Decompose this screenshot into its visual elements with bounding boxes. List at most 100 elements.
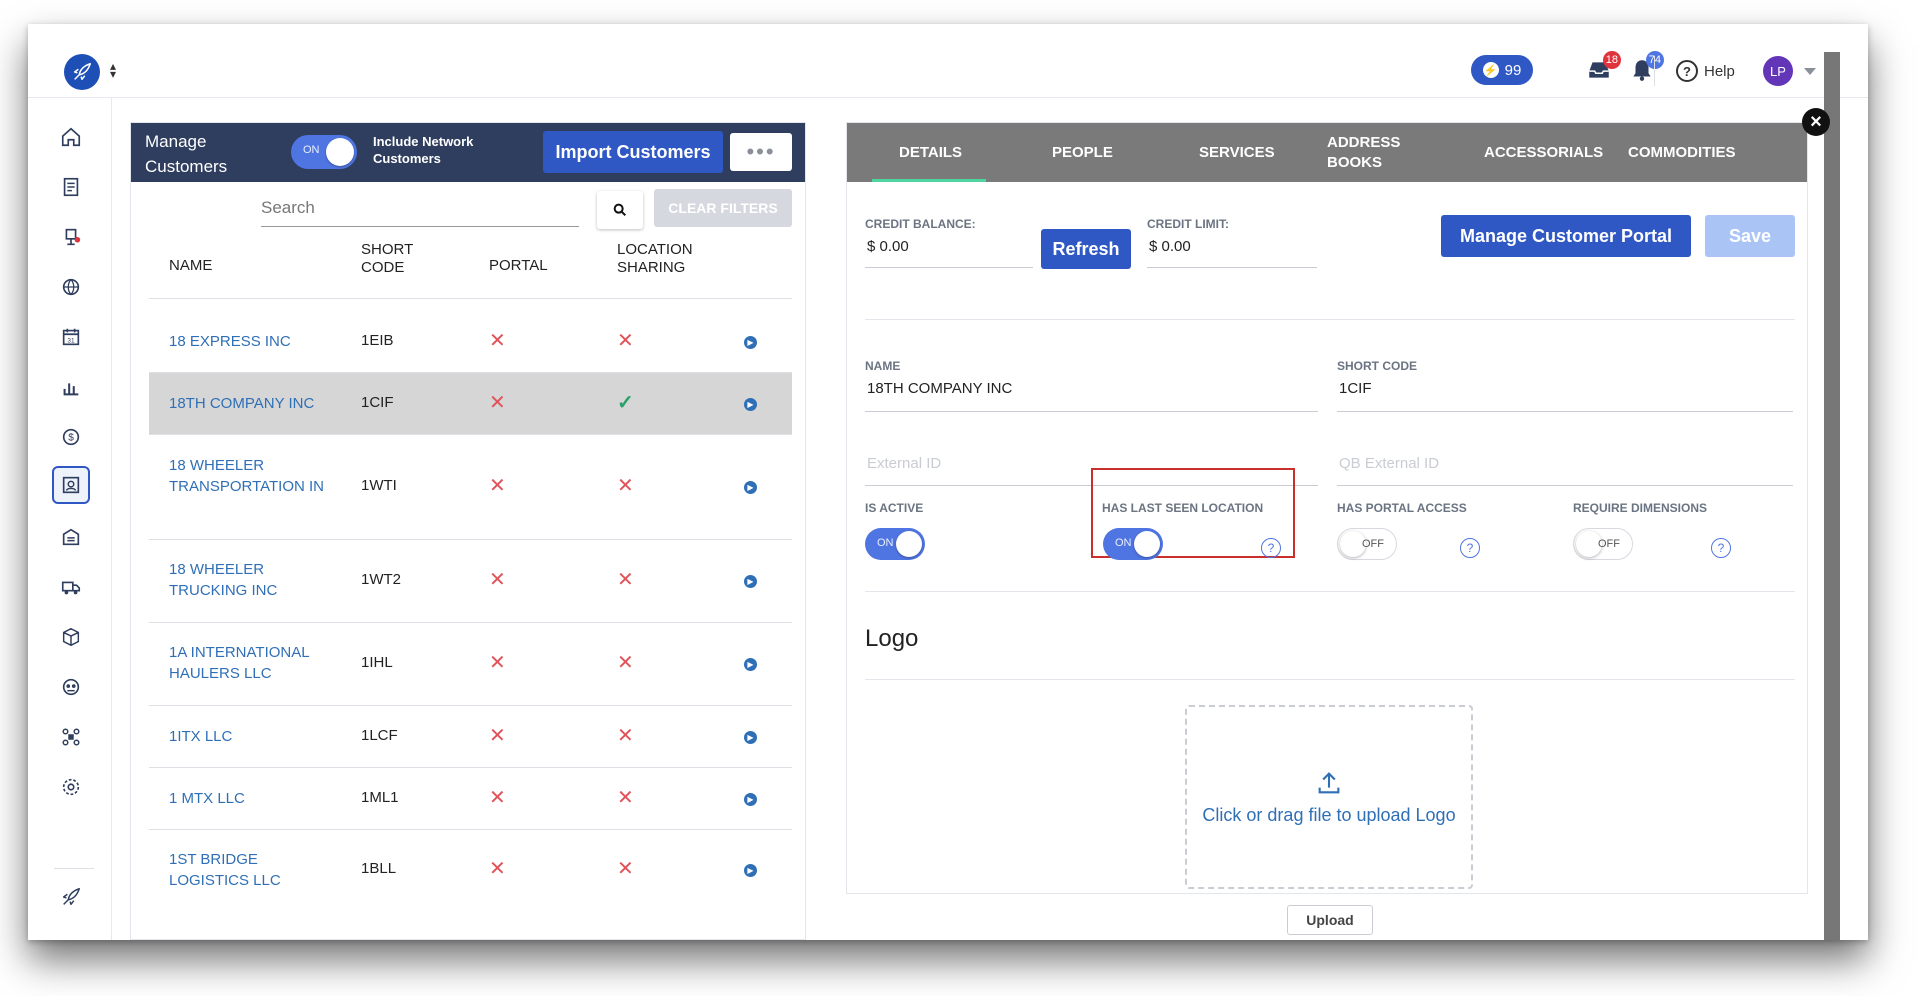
portal-no-icon: ✕ [489,569,506,591]
has-portal-access-label: HAS PORTAL ACCESS [1337,501,1467,515]
column-portal[interactable]: PORTAL [489,257,548,275]
section-divider [865,679,1795,680]
home-icon[interactable] [52,118,90,156]
package-icon[interactable] [52,618,90,656]
column-location-sharing[interactable]: LOCATION SHARING [617,241,707,277]
import-customers-button[interactable]: Import Customers [543,131,723,173]
manage-customer-portal-button[interactable]: Manage Customer Portal [1441,215,1691,257]
portal-no-icon: ✕ [489,475,506,497]
has-portal-access-toggle[interactable]: OFF [1337,528,1397,560]
help-icon[interactable]: ? [1460,538,1480,558]
chevron-right-icon[interactable]: ▶ [744,481,757,494]
credit-balance-underline [865,267,1033,268]
has-last-seen-location-toggle[interactable]: ON [1103,528,1163,560]
table-row[interactable]: 18 WHEELER TRANSPORTATION IN 1WTI ✕ ✕ ▶ [149,435,792,540]
workspace-switcher-icon[interactable]: ▴ ▾ [110,60,116,80]
chevron-right-icon[interactable]: ▶ [744,575,757,588]
customer-short-code: 1WTI [361,477,397,494]
table-row[interactable]: 1 MTX LLC 1ML1 ✕ ✕ ▶ [149,768,792,830]
warehouse-icon[interactable] [52,518,90,556]
help-icon[interactable]: ? [1711,538,1731,558]
include-network-toggle[interactable]: ON [291,135,357,169]
customer-name-link[interactable]: 1 MTX LLC [169,788,329,809]
inbox-button[interactable]: 18 [1586,51,1621,83]
customer-name-link[interactable]: 1ITX LLC [169,726,329,747]
clear-filters-button[interactable]: CLEAR FILTERS [654,189,792,227]
logo-upload-dropzone[interactable]: Click or drag file to upload Logo [1185,705,1473,889]
tab-accessorials[interactable]: ACCESSORIALS [1484,123,1603,182]
upload-button[interactable]: Upload [1287,905,1373,935]
toggle-knob [896,531,922,557]
notifications-button[interactable]: 74 [1629,51,1664,83]
require-dimensions-toggle[interactable]: OFF [1573,528,1633,560]
table-row[interactable]: 1ITX LLC 1LCF ✕ ✕ ▶ [149,706,792,768]
globe-icon[interactable] [52,268,90,306]
customer-short-code: 1WT2 [361,571,402,588]
table-row[interactable]: 18 EXPRESS INC 1EIB ✕ ✕ ▶ [149,311,792,373]
column-name[interactable]: NAME [169,257,212,275]
customers-icon[interactable] [52,466,90,504]
chevron-right-icon[interactable]: ▶ [744,731,757,744]
customer-name-link[interactable]: 18 EXPRESS INC [169,331,329,352]
customer-name-link[interactable]: 18 WHEELER TRUCKING INC [169,559,329,601]
customer-name-link[interactable]: 1ST BRIDGE LOGISTICS LLC [169,849,329,891]
active-tab-indicator [872,179,986,182]
dispatch-icon[interactable] [52,218,90,256]
chevron-right-icon[interactable]: ▶ [744,658,757,671]
more-options-button[interactable]: ••• [730,133,792,171]
refresh-button[interactable]: Refresh [1041,229,1131,269]
toggle-state: ON [1115,537,1132,549]
avatar[interactable]: LP [1763,56,1793,86]
table-row[interactable]: 1A INTERNATIONAL HAULERS LLC 1IHL ✕ ✕ ▶ [149,623,792,706]
help-icon[interactable]: ? [1261,538,1281,558]
tab-address-books[interactable]: ADDRESS BOOKS [1327,123,1407,182]
customer-name-link[interactable]: 1A INTERNATIONAL HAULERS LLC [169,642,329,684]
document-icon[interactable] [52,168,90,206]
name-field[interactable]: 18TH COMPANY INC [867,380,1012,397]
customer-name-link[interactable]: 18 WHEELER TRANSPORTATION IN [169,455,329,497]
credit-limit-underline [1147,267,1317,268]
chevron-right-icon[interactable]: ▶ [744,398,757,411]
customer-details-panel: DETAILS PEOPLE SERVICES ADDRESS BOOKS AC… [846,122,1808,935]
search-input[interactable] [261,189,579,227]
app-logo[interactable] [64,54,100,90]
external-id-field[interactable]: External ID [867,455,941,472]
ticket-counter[interactable]: ⚡ 99 [1471,55,1533,85]
help-label: Help [1704,62,1735,80]
is-active-toggle[interactable]: ON [865,528,925,560]
chevron-down-icon[interactable] [1804,68,1816,75]
chevron-right-icon[interactable]: ▶ [744,864,757,877]
toggle-state: ON [303,144,320,156]
credit-balance-value: $ 0.00 [867,238,909,255]
tab-services[interactable]: SERVICES [1199,123,1275,182]
tab-details[interactable]: DETAILS [899,123,962,182]
rocket-icon[interactable] [52,878,90,916]
qb-external-id-field[interactable]: QB External ID [1339,455,1439,472]
tab-commodities[interactable]: COMMODITIES [1628,123,1736,182]
truck-icon[interactable] [52,568,90,606]
search-button[interactable] [597,191,643,229]
inbox-badge: 18 [1602,51,1621,69]
close-panel-button[interactable]: × [1802,108,1830,136]
tab-people[interactable]: PEOPLE [1052,123,1113,182]
chevron-right-icon[interactable]: ▶ [744,793,757,806]
network-icon[interactable] [52,718,90,756]
driver-icon[interactable] [52,668,90,706]
short-code-field[interactable]: 1CIF [1339,380,1372,397]
chevron-right-icon[interactable]: ▶ [744,336,757,349]
table-row[interactable]: 18 WHEELER TRUCKING INC 1WT2 ✕ ✕ ▶ [149,540,792,623]
calendar-icon[interactable]: 31 [52,318,90,356]
table-row[interactable]: 1ST BRIDGE LOGISTICS LLC 1BLL ✕ ✕ ▶ [149,830,792,910]
table-row-selected[interactable]: 18TH COMPANY INC 1CIF ✕ ✓ ▶ [149,373,792,435]
dollar-icon[interactable]: $ [52,418,90,456]
column-short-code[interactable]: SHORT CODE [361,241,421,277]
help-button[interactable]: ? Help [1676,60,1735,82]
save-button[interactable]: Save [1705,215,1795,257]
gear-icon[interactable] [52,768,90,806]
customer-list-header: Manage Customers ON Include Network Cust… [131,123,805,182]
table-header: NAME SHORT CODE PORTAL LOCATION SHARING [149,241,792,293]
customer-name-link[interactable]: 18TH COMPANY INC [169,393,329,414]
sharing-no-icon: ✕ [617,330,634,352]
scrollbar[interactable] [1824,52,1840,940]
chart-icon[interactable] [52,368,90,406]
